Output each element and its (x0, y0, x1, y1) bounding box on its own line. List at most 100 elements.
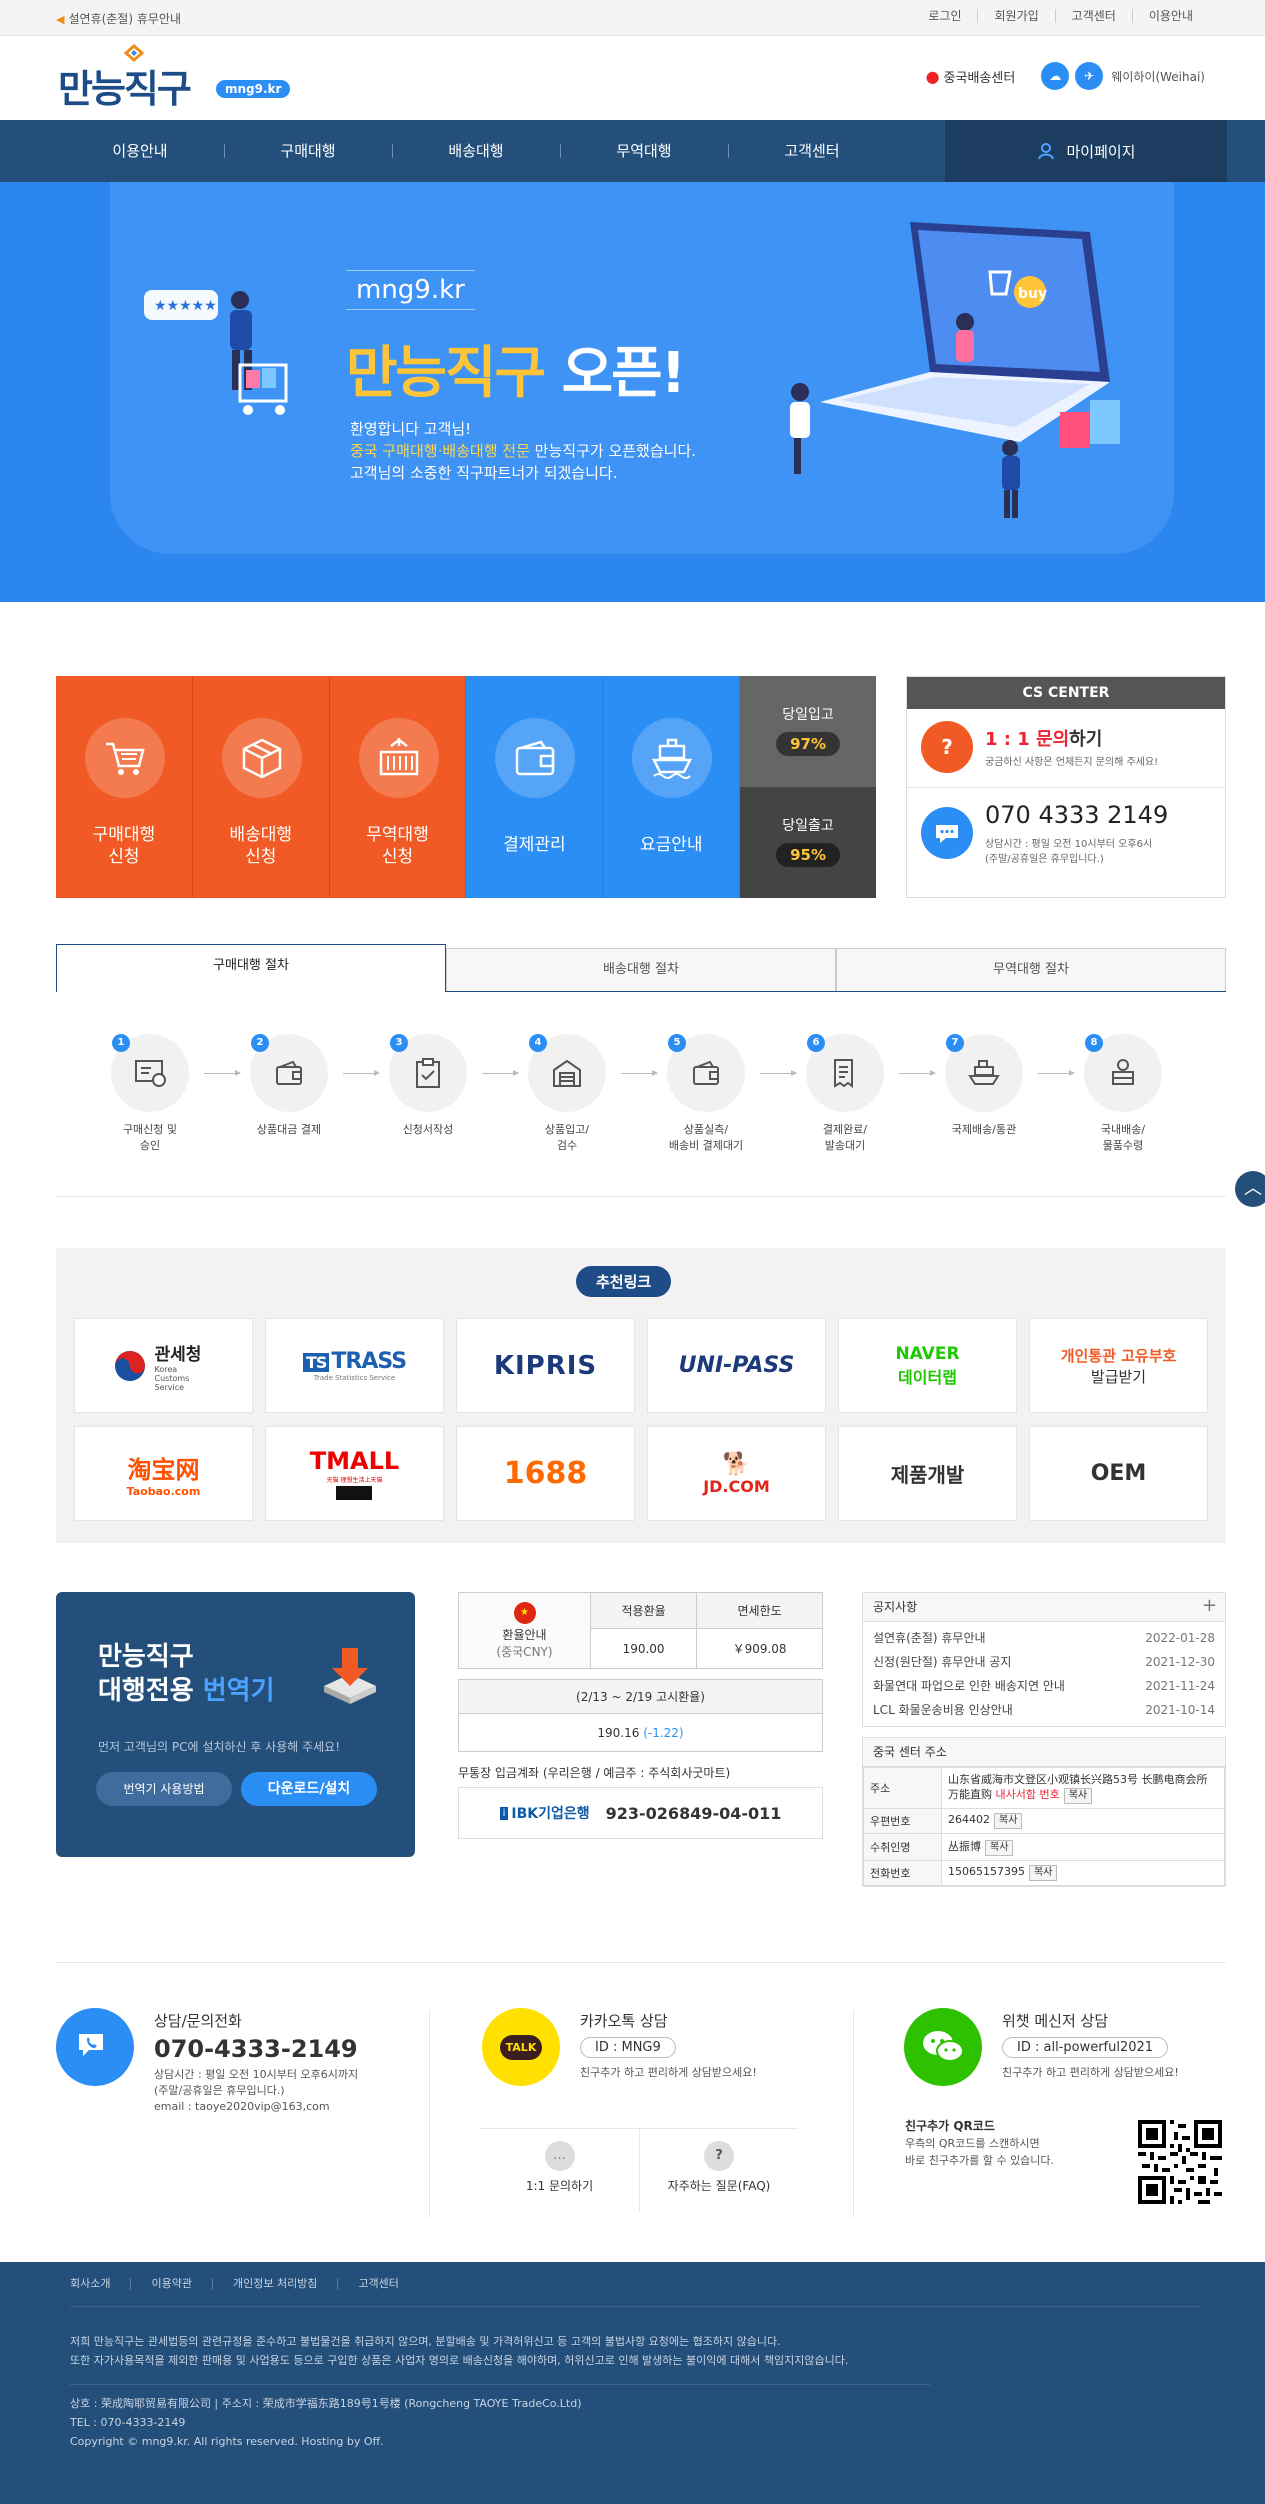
shopper-cart-illustration: ★★★★★ (144, 290, 288, 415)
wechat-icon (904, 2008, 982, 2086)
tmall-link[interactable]: TMALL 天猫 理想生活上天猫 (265, 1426, 444, 1521)
fee-guide-button[interactable]: 요금안내 (603, 676, 741, 898)
wechat-contact-text: 위챗 메신저 상담 ID : all-powerful2021 친구추가 하고 … (1002, 2012, 1179, 2079)
1688-link[interactable]: 1688 (456, 1426, 635, 1521)
unipass-link[interactable]: UNI-PASS (647, 1318, 826, 1413)
purchase-apply-button[interactable]: 구매대행 신청 (56, 676, 193, 898)
customs-link[interactable]: 관세청 Korea Customs Service (74, 1318, 253, 1413)
login-link[interactable]: 로그인 (912, 9, 977, 23)
kipris-link[interactable]: KIPRIS (456, 1318, 635, 1413)
cs-inquiry-link[interactable]: ? 1 : 1 문의하기 궁금하신 사항은 언제든지 문의해 주세요! (921, 721, 1158, 773)
shipping-center-label: 중국배송센터 (943, 70, 1016, 86)
tab-trade-process[interactable]: 무역대행 절차 (836, 948, 1226, 992)
copy-button[interactable]: 복사 (1028, 1865, 1058, 1881)
translator-download-button[interactable]: 다운로드/설치 (241, 1772, 377, 1806)
duty-free-limit: ￥909.08 (696, 1628, 823, 1669)
copy-button[interactable]: 복사 (994, 1813, 1023, 1829)
divider (429, 2010, 430, 2218)
scroll-top-button[interactable]: ︿ (1235, 1171, 1265, 1207)
trass-link[interactable]: TS TRASS Trade Statistics Service (265, 1318, 444, 1413)
wechat-id[interactable]: ID : all-powerful2021 (1002, 2037, 1169, 2058)
clipboard-icon (416, 1058, 440, 1088)
step-6: 6 결제완료/발송대기 (785, 1034, 905, 1154)
phone-icon (56, 2008, 134, 2086)
copy-button[interactable]: 복사 (985, 1840, 1014, 1856)
cs-center: CS CENTER ? 1 : 1 문의하기 궁금하신 사항은 언제든지 문의해… (906, 676, 1226, 898)
kakao-contact[interactable]: TALK (482, 2008, 560, 2086)
delivery-icon (1112, 1059, 1134, 1085)
wechat-contact[interactable] (904, 2008, 982, 2086)
list-item[interactable]: LCL 화물운송비용 인상안내 2021-10-14 (873, 1698, 1215, 1722)
tab-purchase-process[interactable]: 구매대행 절차 (56, 944, 446, 992)
inquiry-link[interactable]: … 1:1 문의하기 (480, 2129, 639, 2211)
kakaotalk-icon: TALK (482, 2008, 560, 2086)
kakao-sub-actions: … 1:1 문의하기 ? 자주하는 질문(FAQ) (480, 2128, 798, 2211)
hero-banner[interactable]: ★★★★★ mng9.kr 만능직구 오픈! 환영합니다 고객님! 중국 구매대… (0, 182, 1265, 602)
signup-link[interactable]: 회원가입 (977, 9, 1054, 23)
footer-company-info: 상호 : 荣成陶耶贸易有限公司 | 주소지 : 荣成市学福东路189号1号楼 (… (70, 2397, 582, 2448)
site-logo[interactable]: 만능직구 mng9.kr (56, 44, 296, 114)
translator-howto-button[interactable]: 번역기 사용방법 (96, 1772, 232, 1806)
step-1: 1 구매신청 및 승인 (90, 1034, 210, 1154)
faq-link[interactable]: ? 자주하는 질문(FAQ) (640, 2129, 798, 2211)
shipping-apply-button[interactable]: 배송대행 신청 (192, 676, 330, 898)
ship-icon (968, 1060, 1000, 1085)
pcc-issue-link[interactable]: 개인통관 고유부호 발급받기 (1029, 1318, 1208, 1413)
footer-link-about[interactable]: 회사소개 (70, 2278, 130, 2290)
receipt-icon (834, 1059, 853, 1088)
nav-item-guide[interactable]: 이용안내 (56, 120, 224, 182)
jd-link[interactable]: 🐕 JD.COM (647, 1426, 826, 1521)
location-label: 웨이하이(Weihai) (1111, 69, 1205, 84)
wallet-icon (495, 718, 576, 798)
phone-number[interactable]: 070-4333-2149 (154, 2035, 358, 2063)
list-item[interactable]: 화물연대 파업으로 인한 배송지연 안내 2021-11-24 (873, 1674, 1215, 1698)
copy-button[interactable]: 복사 (1063, 1788, 1093, 1804)
nav-item-trade[interactable]: 무역대행 (560, 120, 728, 182)
footer-link-terms[interactable]: 이용약관 (130, 2278, 211, 2290)
question-icon: ? (704, 2141, 734, 2171)
warehouse-icon (553, 1059, 581, 1087)
customer-center-link[interactable]: 고객센터 (1054, 9, 1132, 23)
trade-apply-button[interactable]: 무역대행 신청 (329, 676, 467, 898)
list-item[interactable]: 신정(원단절) 휴무안내 공지 2021-12-30 (873, 1650, 1215, 1674)
divider (853, 2010, 854, 2218)
hero-domain: mng9.kr (346, 270, 475, 310)
nav-item-shipping[interactable]: 배송대행 (392, 120, 560, 182)
plus-icon[interactable]: + (1202, 1592, 1217, 1620)
guide-link[interactable]: 이용안내 (1131, 9, 1209, 23)
kakao-contact-text: 카카오톡 상담 ID : MNG9 친구추가 하고 편리하게 상담받으세요! (580, 2012, 757, 2079)
top-notice-link[interactable]: 설연휴(춘절) 휴무안내 (68, 12, 181, 26)
quick-menu: 구매대행 신청 배송대행 신청 무역대행 신청 결제관리 요금안내 당일입고 97% … (56, 676, 876, 898)
nav-item-support[interactable]: 고객센터 (728, 120, 896, 182)
logo-text: 만능직구 (58, 67, 192, 111)
footer-link-privacy[interactable]: 개인정보 처리방침 (211, 2278, 337, 2290)
kakao-id[interactable]: ID : MNG9 (580, 2037, 676, 2058)
top-notice[interactable]: ◀ 설연휴(춘절) 휴무안내 (56, 10, 181, 27)
speaker-icon: ◀ (56, 13, 65, 26)
footer-link-support[interactable]: 고객센터 (337, 2278, 418, 2290)
order-icon (135, 1060, 166, 1087)
recommend-title: 추천링크 (576, 1266, 672, 1297)
nav-item-purchase[interactable]: 구매대행 (224, 120, 392, 182)
phone-contact-text: 상담/문의전화 070-4333-2149 상담시간 : 평일 오전 10시부터… (154, 2012, 359, 2113)
payment-manage-button[interactable]: 결제관리 (466, 676, 604, 898)
step-5: 5 상품실측/배송비 결제대기 (646, 1034, 766, 1154)
qr-text: 친구추가 QR코드 우측의 QR코드를 스캔하시면 바로 친구추가를 할 수 있… (905, 2119, 1055, 2167)
mypage-button[interactable]: 마이페이지 (945, 120, 1227, 182)
oem-link[interactable]: OEM (1029, 1426, 1208, 1521)
taobao-link[interactable]: 淘宝网 Taobao.com (74, 1426, 253, 1521)
korea-taeguk-icon (114, 1350, 145, 1381)
phone-contact (56, 2008, 134, 2086)
applied-rate: 190.00 (589, 1628, 698, 1669)
wallet-icon (276, 1060, 302, 1085)
same-day-inbound-stat: 당일입고 97% (740, 676, 876, 787)
list-item[interactable]: 설연휴(춘절) 휴무안내 2022-01-28 (873, 1626, 1215, 1650)
qr-code-icon (1138, 2120, 1222, 2204)
tab-shipping-process[interactable]: 배송대행 절차 (446, 948, 836, 992)
logo-badge: mng9.kr (216, 80, 291, 98)
airplane-icon: ✈ (1075, 62, 1104, 90)
product-dev-link[interactable]: 제품개발 (838, 1426, 1017, 1521)
main-nav: 이용안내 구매대행 배송대행 무역대행 고객센터 마이페이지 (0, 120, 1265, 182)
naver-datalab-link[interactable]: NAVER 데이터랩 (838, 1318, 1017, 1413)
download-icon (324, 1648, 376, 1704)
